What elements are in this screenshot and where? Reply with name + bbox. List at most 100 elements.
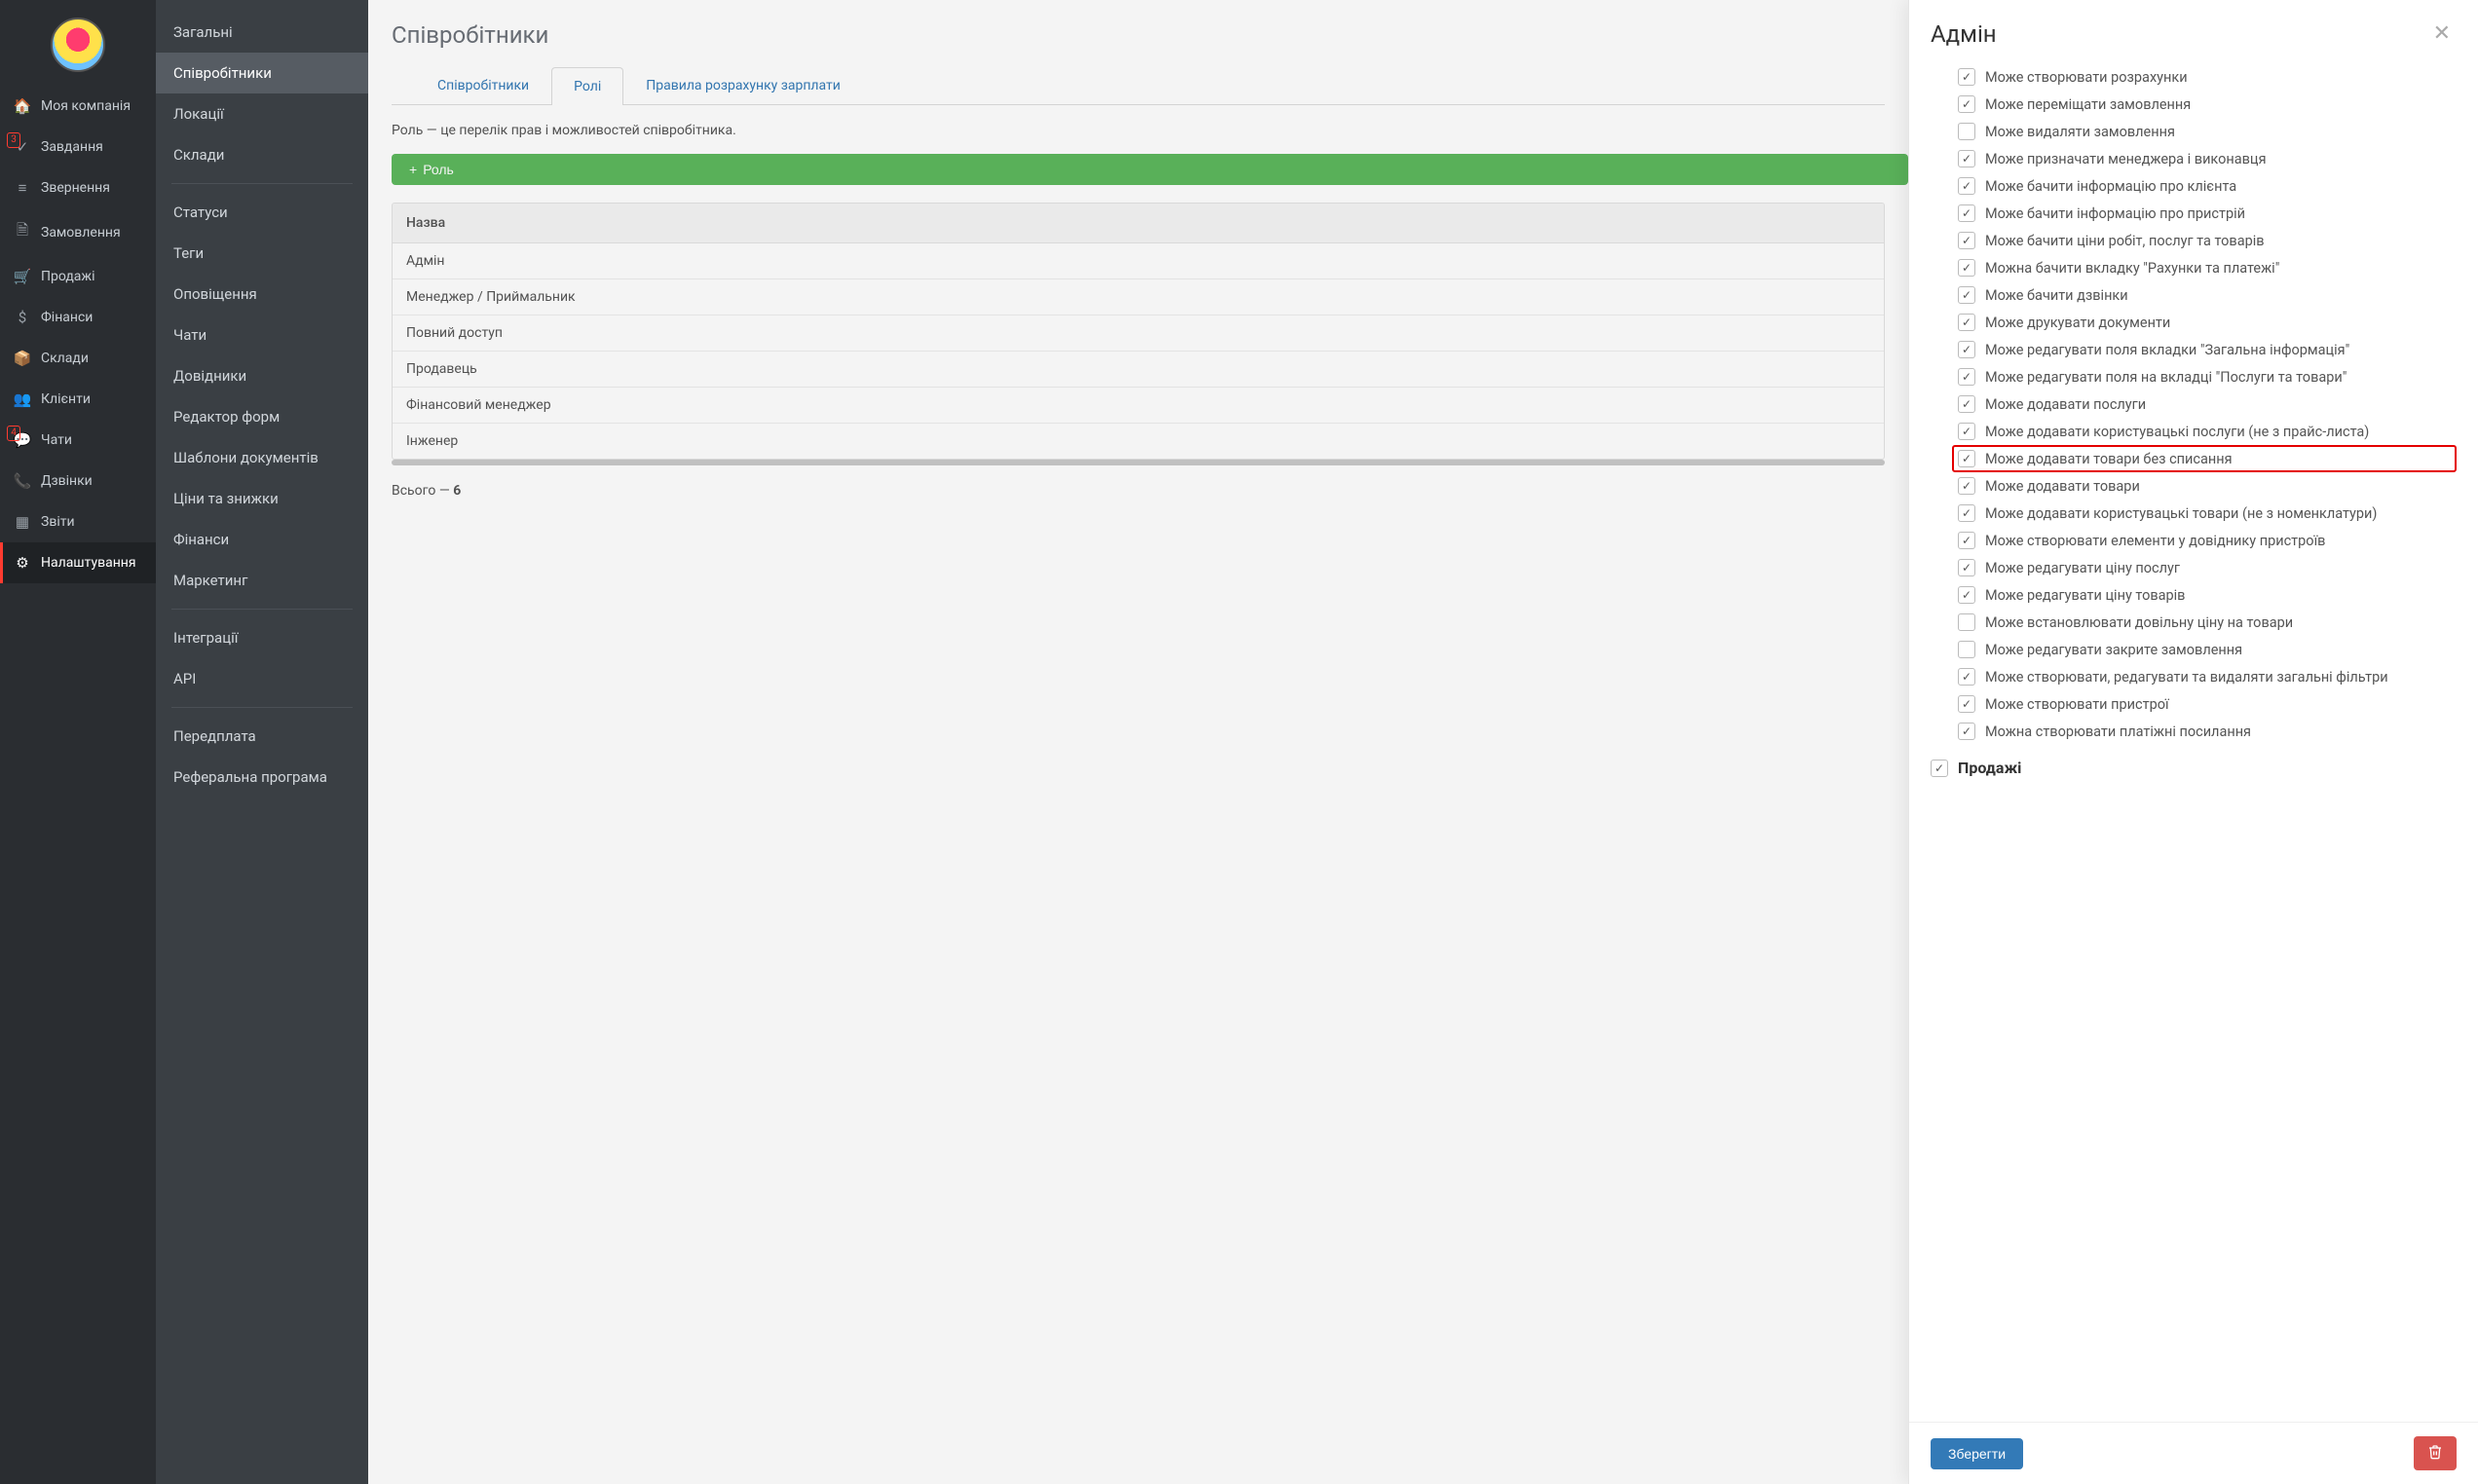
save-button[interactable]: Зберегти: [1931, 1438, 2023, 1469]
add-role-label: Роль: [423, 162, 454, 177]
permission-checkbox[interactable]: [1958, 641, 1975, 658]
nav2-item-20[interactable]: Реферальна програма: [156, 757, 368, 798]
nav1-item-3[interactable]: 🗎Замовлення: [0, 208, 156, 256]
permission-checkbox[interactable]: [1958, 559, 1975, 576]
permission-label: Можна бачити вкладку "Рахунки та платежі…: [1985, 260, 2279, 277]
nav2-item-12[interactable]: Ціни та знижки: [156, 478, 368, 519]
permission-row: Може додавати послуги: [1958, 390, 2457, 418]
add-role-button[interactable]: + Роль: [392, 154, 1908, 185]
permission-checkbox[interactable]: [1958, 450, 1975, 467]
table-row[interactable]: Менеджер / Приймальник: [393, 279, 1884, 315]
table-row[interactable]: Повний доступ: [393, 315, 1884, 352]
permission-checkbox[interactable]: [1958, 286, 1975, 304]
nav2-item-16[interactable]: Інтеграції: [156, 617, 368, 658]
permission-row: Може встановлювати довільну ціну на това…: [1958, 609, 2457, 636]
permission-row: Може додавати користувацькі товари (не з…: [1958, 500, 2457, 527]
table-scrollbar[interactable]: [392, 460, 1885, 465]
nav2-item-11[interactable]: Шаблони документів: [156, 437, 368, 478]
nav1-item-10[interactable]: ▦Звіти: [0, 501, 156, 542]
permission-checkbox[interactable]: [1958, 314, 1975, 331]
main-content: Співробітники СпівробітникиРоліПравила р…: [368, 0, 1908, 1484]
permission-row: Може створювати елементи у довіднику при…: [1958, 527, 2457, 554]
nav2-item-17[interactable]: API: [156, 658, 368, 699]
permission-checkbox[interactable]: [1958, 150, 1975, 167]
nav1-label: Клієнти: [41, 391, 91, 407]
table-row[interactable]: Інженер: [393, 424, 1884, 459]
permission-label: Може переміщати замовлення: [1985, 96, 2191, 113]
tab-1[interactable]: Ролі: [551, 67, 623, 105]
permissions-list: Може створювати розрахунки Може переміщат…: [1909, 63, 2478, 1422]
permission-label: Може додавати товари: [1985, 478, 2140, 495]
nav2-item-1[interactable]: Співробітники: [156, 53, 368, 93]
permission-checkbox[interactable]: [1958, 477, 1975, 495]
nav1-item-7[interactable]: 👥Клієнти: [0, 379, 156, 420]
permission-checkbox[interactable]: [1958, 123, 1975, 140]
nav2-item-7[interactable]: Оповіщення: [156, 274, 368, 315]
tab-0[interactable]: Співробітники: [415, 66, 551, 104]
permission-checkbox[interactable]: [1958, 423, 1975, 440]
permission-label: Може друкувати документи: [1985, 315, 2170, 331]
nav1-item-2[interactable]: ≡ Звернення: [0, 167, 156, 208]
nav2-item-19[interactable]: Передплата: [156, 716, 368, 757]
permission-checkbox[interactable]: [1958, 259, 1975, 277]
section-checkbox[interactable]: [1931, 760, 1948, 777]
nav1-item-6[interactable]: 📦Склади: [0, 338, 156, 379]
permission-checkbox[interactable]: [1958, 68, 1975, 86]
nav2-item-13[interactable]: Фінанси: [156, 519, 368, 560]
nav1-item-9[interactable]: 📞Дзвінки: [0, 461, 156, 501]
permission-checkbox[interactable]: [1958, 586, 1975, 604]
nav1-item-8[interactable]: 4💬Чати: [0, 420, 156, 461]
permission-row: Може призначати менеджера і виконавця: [1958, 145, 2457, 172]
nav2-item-14[interactable]: Маркетинг: [156, 560, 368, 601]
nav2-item-8[interactable]: Чати: [156, 315, 368, 355]
permission-label: Може бачити інформацію про пристрій: [1985, 205, 2245, 222]
permission-row: Може редагувати поля на вкладці "Послуги…: [1958, 363, 2457, 390]
avatar[interactable]: [51, 18, 105, 72]
permission-section: Продажі: [1931, 745, 2457, 783]
nav1-icon: ⚙: [14, 554, 31, 572]
permission-row: Може бачити дзвінки: [1958, 281, 2457, 309]
permission-checkbox[interactable]: [1958, 341, 1975, 358]
nav2-item-0[interactable]: Загальні: [156, 12, 368, 53]
nav1-item-5[interactable]: $Фінанси: [0, 297, 156, 338]
permission-checkbox[interactable]: [1958, 177, 1975, 195]
permission-checkbox[interactable]: [1958, 504, 1975, 522]
permission-checkbox[interactable]: [1958, 95, 1975, 113]
permission-checkbox[interactable]: [1958, 723, 1975, 740]
delete-button[interactable]: [2414, 1436, 2457, 1470]
table-row[interactable]: Фінансовий менеджер: [393, 388, 1884, 424]
permission-row: Може редагувати ціну послуг: [1958, 554, 2457, 581]
nav2-item-10[interactable]: Редактор форм: [156, 396, 368, 437]
roles-table-header: Назва: [393, 204, 1884, 243]
nav1-item-1[interactable]: 3✓Завдання: [0, 127, 156, 167]
permission-checkbox[interactable]: [1958, 668, 1975, 686]
permission-label: Може додавати користувацькі товари (не з…: [1985, 505, 2377, 522]
permission-row: Може переміщати замовлення: [1958, 91, 2457, 118]
tab-2[interactable]: Правила розрахунку зарплати: [623, 66, 863, 104]
nav1-item-11[interactable]: ⚙Налаштування: [0, 542, 156, 583]
permission-checkbox[interactable]: [1958, 232, 1975, 249]
nav2-item-5[interactable]: Статуси: [156, 192, 368, 233]
nav2-item-9[interactable]: Довідники: [156, 355, 368, 396]
nav1-icon: ≡: [14, 179, 31, 197]
permission-checkbox[interactable]: [1958, 204, 1975, 222]
permission-checkbox[interactable]: [1958, 395, 1975, 413]
permission-checkbox[interactable]: [1958, 613, 1975, 631]
permission-label: Може редагувати закрите замовлення: [1985, 642, 2242, 658]
plus-icon: +: [409, 162, 417, 177]
nav1-label: Звернення: [41, 180, 110, 196]
nav1-item-0[interactable]: 🏠Моя компанія: [0, 86, 156, 127]
table-row[interactable]: Продавець: [393, 352, 1884, 388]
table-row[interactable]: Адмін: [393, 243, 1884, 279]
permission-label: Може створювати розрахунки: [1985, 69, 2188, 86]
nav2-item-3[interactable]: Склади: [156, 134, 368, 175]
nav2-item-6[interactable]: Теги: [156, 233, 368, 274]
permission-checkbox[interactable]: [1958, 368, 1975, 386]
permission-row: Може бачити інформацію про пристрій: [1958, 200, 2457, 227]
avatar-wrap: [0, 0, 156, 86]
nav2-item-2[interactable]: Локації: [156, 93, 368, 134]
permission-checkbox[interactable]: [1958, 532, 1975, 549]
permission-checkbox[interactable]: [1958, 695, 1975, 713]
nav1-item-4[interactable]: 🛒Продажі: [0, 256, 156, 297]
close-icon[interactable]: ✕: [2427, 18, 2457, 50]
